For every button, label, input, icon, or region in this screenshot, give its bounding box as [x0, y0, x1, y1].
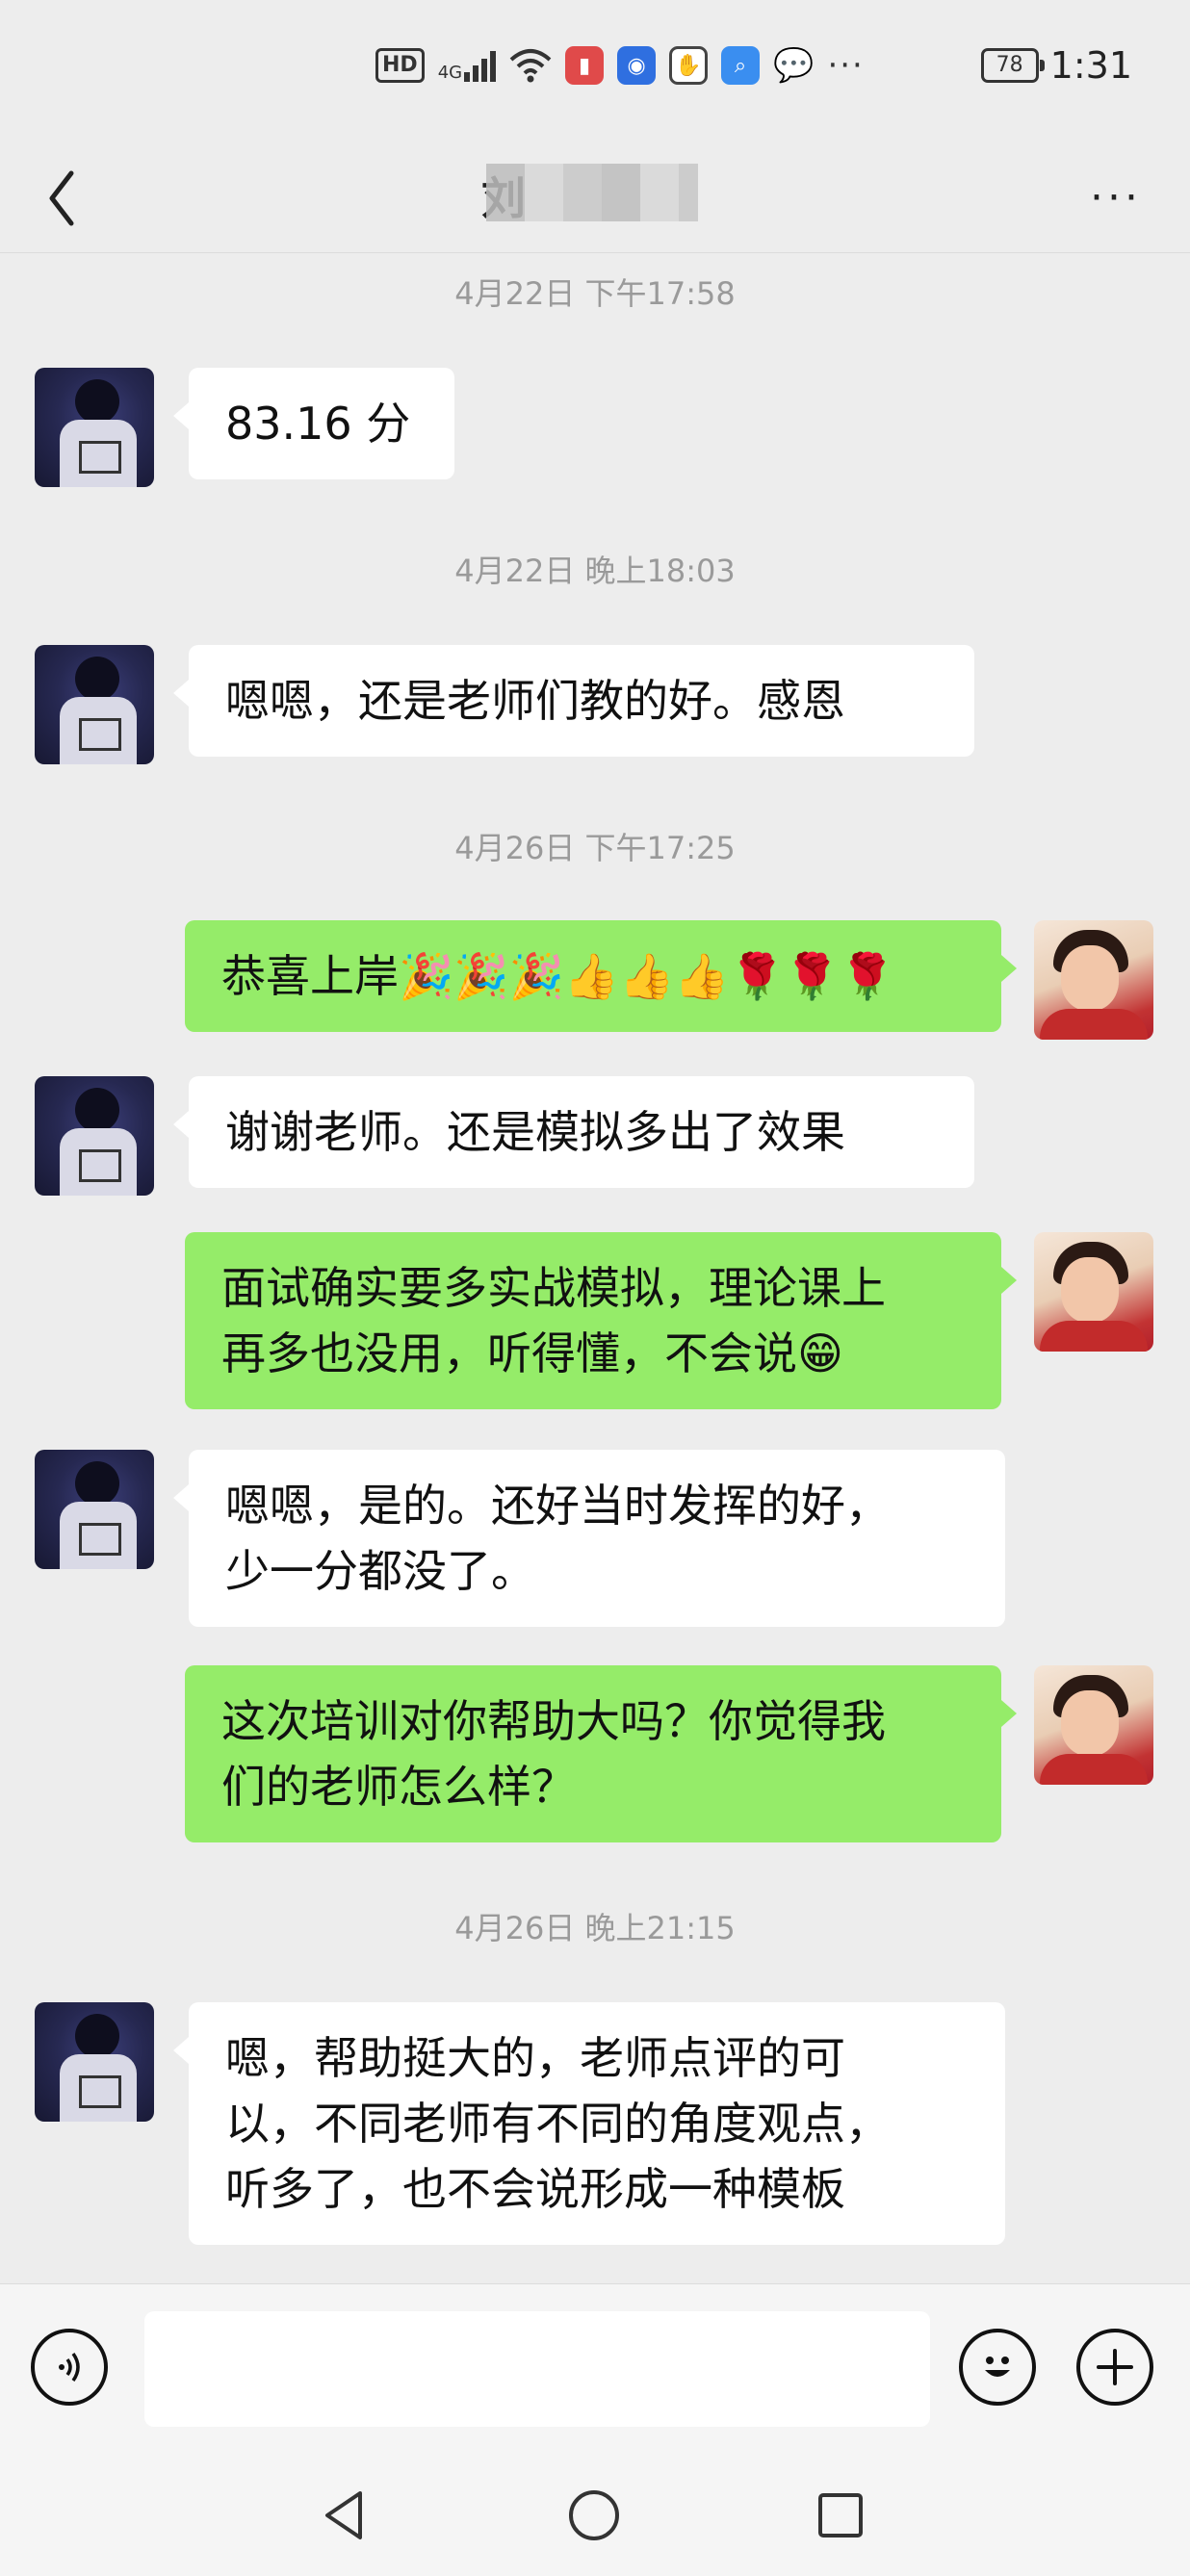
incoming-message[interactable]: 嗯，帮助挺大的，老师点评的可 以，不同老师有不同的角度观点， 听多了，也不会说形…	[173, 2002, 1005, 2245]
incoming-message[interactable]: 嗯嗯，还是老师们教的好。感恩	[173, 645, 974, 757]
hand-icon: ✋	[669, 46, 709, 85]
contact-avatar[interactable]	[35, 645, 154, 764]
wifi-icon	[509, 49, 552, 83]
chat-header: 刘 ···	[0, 135, 1190, 253]
emoji-icon	[985, 2357, 1010, 2377]
more-functions-button[interactable]	[1076, 2329, 1153, 2406]
my-avatar[interactable]	[1034, 920, 1153, 1040]
contact-avatar[interactable]	[35, 2002, 154, 2122]
status-right: 78 1:31	[980, 44, 1132, 87]
contact-avatar[interactable]	[35, 1450, 154, 1569]
message-input[interactable]	[144, 2311, 930, 2427]
input-bar	[0, 2283, 1190, 2456]
plus-icon	[1097, 2349, 1133, 2385]
outgoing-message[interactable]: 面试确实要多实战模拟，理论课上 再多也没用，听得懂，不会说😁	[185, 1232, 1017, 1409]
incoming-message[interactable]: 83.16 分	[173, 368, 454, 479]
triangle-back-icon	[325, 2491, 362, 2539]
timestamp: 4月26日 下午17:25	[454, 830, 736, 866]
clock: 1:31	[1049, 44, 1132, 87]
search-app-icon: ⌕	[721, 46, 761, 85]
my-avatar[interactable]	[1034, 1665, 1153, 1785]
blurred-name	[486, 164, 698, 221]
circle-home-icon	[569, 2490, 619, 2540]
contact-avatar[interactable]	[35, 1076, 154, 1196]
more-options-button[interactable]: ···	[1090, 173, 1142, 222]
nav-back-button[interactable]	[310, 2482, 377, 2549]
blue-app-icon: ◉	[617, 46, 657, 85]
emoji-button[interactable]	[959, 2329, 1036, 2406]
contact-avatar[interactable]	[35, 368, 154, 487]
outgoing-message[interactable]: 这次培训对你帮助大吗？你觉得我 们的老师怎么样？	[185, 1665, 1017, 1842]
my-avatar[interactable]	[1034, 1232, 1153, 1352]
status-bar: HD 4G ▮ ◉ ✋ ⌕ 💬 ··· 78 1:31	[0, 0, 1190, 135]
signal-icon	[464, 49, 497, 82]
hd-badge: HD	[375, 48, 425, 83]
nav-recents-button[interactable]	[807, 2482, 874, 2549]
back-button[interactable]	[35, 154, 102, 231]
timestamp: 4月22日 晚上18:03	[454, 553, 736, 589]
network-type: 4G	[437, 63, 463, 83]
red-app-icon: ▮	[565, 46, 605, 85]
message-icon: 💬	[773, 46, 815, 85]
battery-icon: 78	[980, 48, 1045, 83]
voice-icon	[59, 2352, 80, 2383]
chevron-left-icon	[49, 170, 74, 226]
voice-button[interactable]	[31, 2329, 108, 2406]
status-icons: HD 4G ▮ ◉ ✋ ⌕ 💬 ···	[375, 46, 865, 85]
signal-indicator: 4G	[437, 49, 497, 83]
incoming-message[interactable]: 嗯嗯，是的。还好当时发挥的好， 少一分都没了。	[173, 1450, 1005, 1627]
timestamp: 4月26日 晚上21:15	[454, 1910, 736, 1946]
square-recents-icon	[818, 2493, 863, 2537]
more-status-icon: ···	[827, 46, 865, 85]
nav-home-button[interactable]	[560, 2482, 628, 2549]
timestamp: 4月22日 下午17:58	[454, 275, 736, 312]
system-nav-bar	[0, 2455, 1190, 2576]
outgoing-message[interactable]: 恭喜上岸🎉🎉🎉👍👍👍🌹🌹🌹	[185, 920, 1017, 1032]
incoming-message[interactable]: 谢谢老师。还是模拟多出了效果	[173, 1076, 974, 1188]
